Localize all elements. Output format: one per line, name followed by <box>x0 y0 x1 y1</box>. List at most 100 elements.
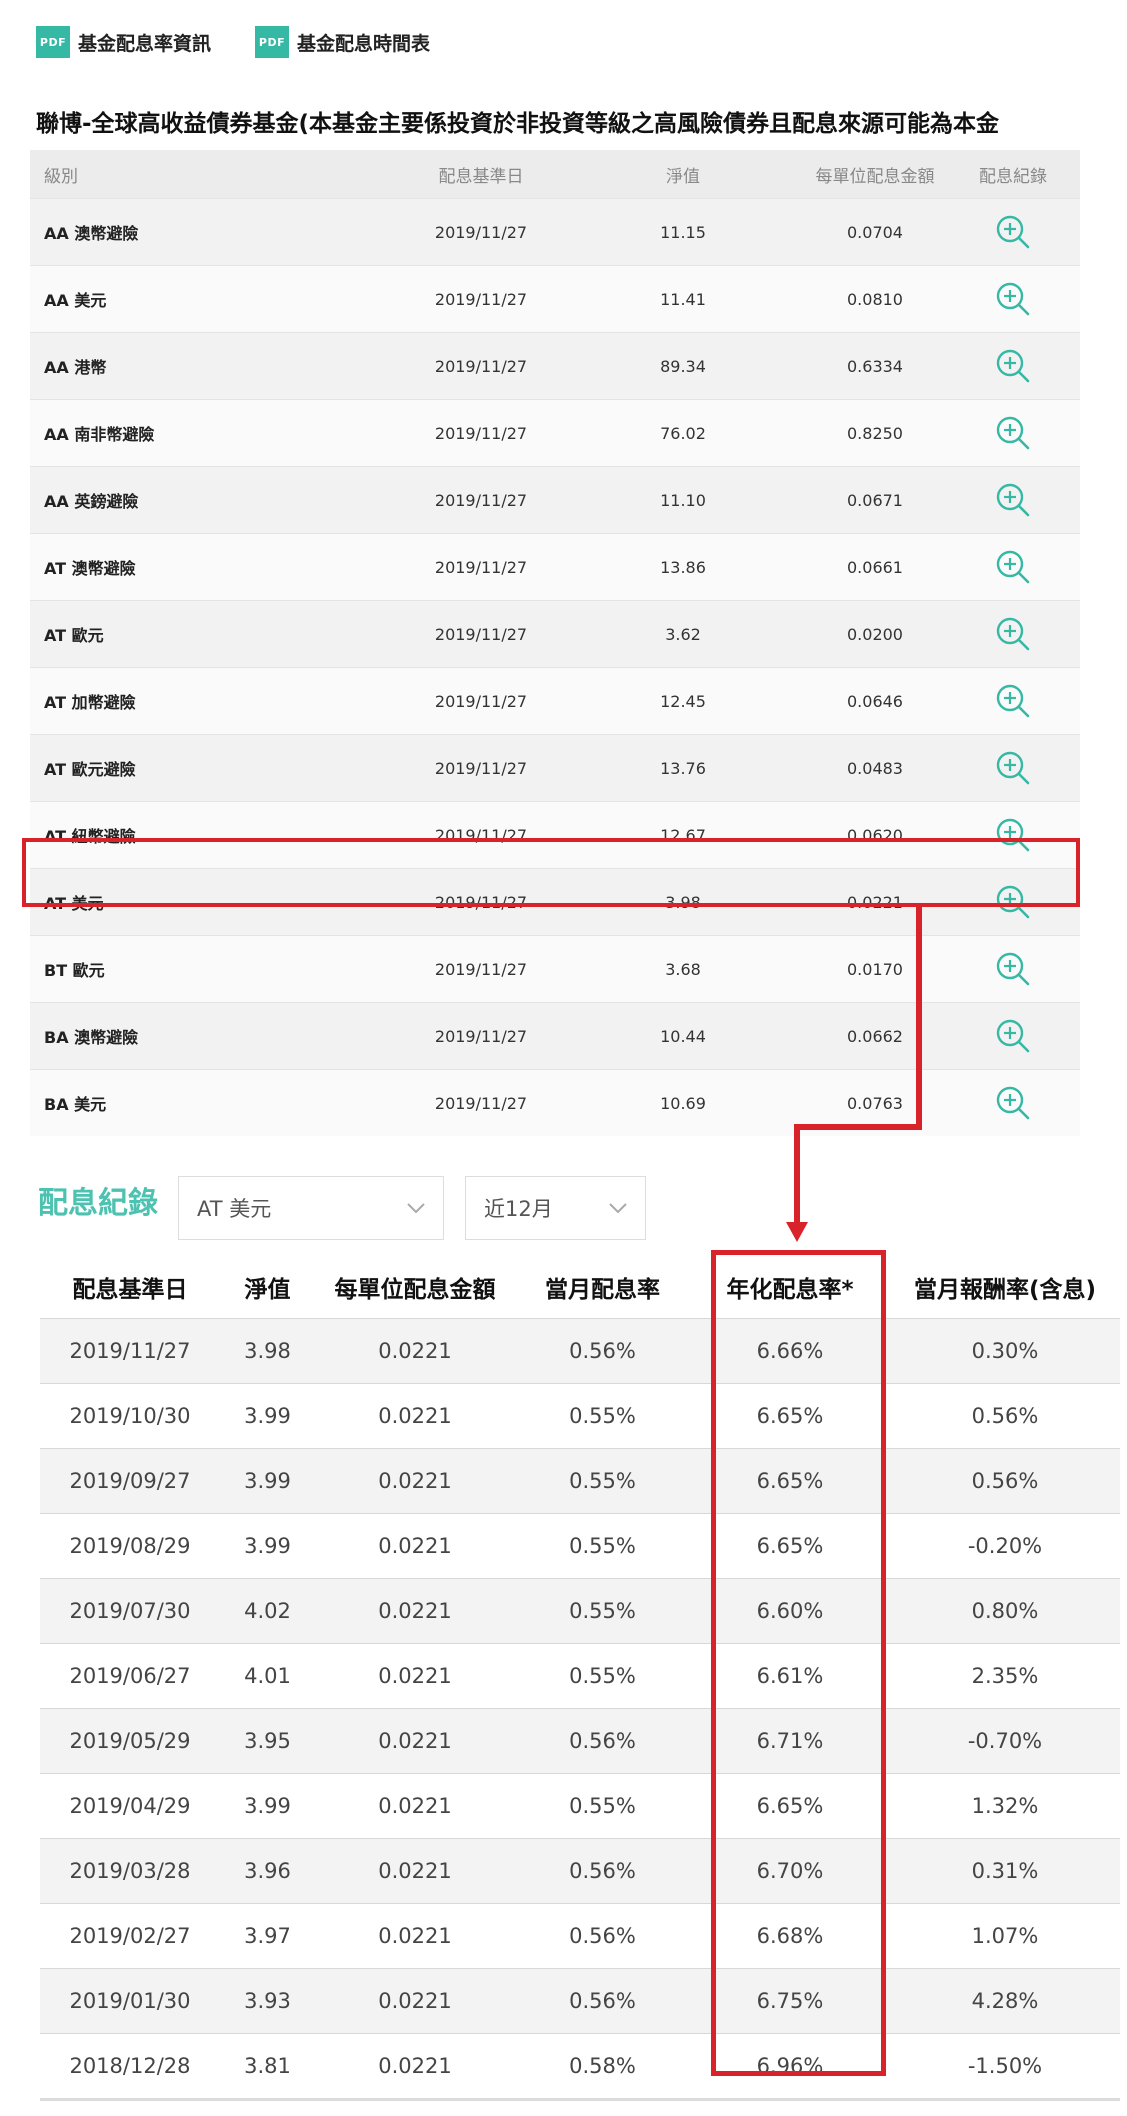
zoom-in-icon[interactable] <box>993 547 1033 587</box>
cell-date: 2018/12/28 <box>40 2033 220 2101</box>
pdf-link-label: 基金配息率資訊 <box>78 32 212 55</box>
cell-date: 2019/10/30 <box>40 1383 220 1449</box>
cell-monthly-rate: 0.55% <box>515 1578 690 1644</box>
zoom-in-icon[interactable] <box>993 681 1033 721</box>
zoom-in-icon[interactable] <box>993 1016 1033 1056</box>
cell-monthly-return: 0.30% <box>890 1318 1120 1384</box>
cell-amount: 0.0221 <box>315 2033 515 2101</box>
cell-monthly-rate: 0.56% <box>515 1968 690 2034</box>
cell-record <box>946 935 1080 1003</box>
cell-date: 2019/11/27 <box>400 399 562 467</box>
period-select[interactable]: 近12月 <box>465 1176 646 1240</box>
zoom-in-icon[interactable] <box>993 413 1033 453</box>
table-header-row: 配息基準日 淨值 每單位配息金額 當月配息率 年化配息率* 當月報酬率(含息) <box>40 1256 1120 1319</box>
cell-monthly-rate: 0.56% <box>515 1318 690 1384</box>
cell-amount: 0.0221 <box>315 1773 515 1839</box>
table-row: 2019/06/27 4.01 0.0221 0.55% 6.61% 2.35% <box>40 1643 1120 1709</box>
connector-line <box>794 1124 922 1130</box>
cell-nav: 3.81 <box>220 2033 315 2101</box>
cell-amount: 0.6334 <box>804 332 946 400</box>
table-row: 2019/08/29 3.99 0.0221 0.55% 6.65% -0.20% <box>40 1513 1120 1579</box>
cell-date: 2019/08/29 <box>40 1513 220 1579</box>
cell-amount: 0.0170 <box>804 935 946 1003</box>
pdf-link-label: 基金配息時間表 <box>297 32 431 55</box>
cell-date: 2019/03/28 <box>40 1838 220 1904</box>
cell-record <box>946 533 1080 601</box>
cell-monthly-return: 0.56% <box>890 1448 1120 1514</box>
pdf-link-dividend-schedule[interactable]: PDF 基金配息時間表 <box>255 26 430 58</box>
cell-amount: 0.0483 <box>804 734 946 802</box>
cell-class: AA 南非幣避險 <box>30 399 400 467</box>
cell-nav: 3.99 <box>220 1513 315 1579</box>
col-header-date: 配息基準日 <box>400 150 562 199</box>
cell-record <box>946 466 1080 534</box>
zoom-in-icon[interactable] <box>993 212 1033 252</box>
cell-date: 2019/11/27 <box>400 667 562 735</box>
table-row: AT 歐元避險 2019/11/27 13.76 0.0483 <box>30 734 1080 802</box>
table-row: AT 加幣避險 2019/11/27 12.45 0.0646 <box>30 667 1080 735</box>
zoom-in-icon[interactable] <box>993 480 1033 520</box>
zoom-in-icon[interactable] <box>993 949 1033 989</box>
zoom-in-icon[interactable] <box>993 346 1033 386</box>
cell-monthly-rate: 0.56% <box>515 1838 690 1904</box>
pdf-link-dividend-rate[interactable]: PDF 基金配息率資訊 <box>36 26 211 58</box>
table-row: 2019/01/30 3.93 0.0221 0.56% 6.75% 4.28% <box>40 1968 1120 2034</box>
class-select[interactable]: AT 美元 <box>178 1176 444 1240</box>
cell-date: 2019/11/27 <box>400 734 562 802</box>
col-header-nav: 淨值 <box>562 150 804 199</box>
col-header-amount: 每單位配息金額 <box>334 1277 496 1303</box>
cell-nav: 89.34 <box>562 332 804 400</box>
cell-record <box>946 399 1080 467</box>
cell-amount: 0.0221 <box>315 1838 515 1904</box>
dividend-record-table: 配息基準日 淨值 每單位配息金額 當月配息率 年化配息率* 當月報酬率(含息) … <box>40 1256 1120 2101</box>
cell-date: 2019/11/27 <box>400 1002 562 1070</box>
cell-monthly-rate: 0.55% <box>515 1513 690 1579</box>
table-row: BA 澳幣避險 2019/11/27 10.44 0.0662 <box>30 1002 1080 1070</box>
cell-nav: 3.95 <box>220 1708 315 1774</box>
cell-monthly-return: 0.31% <box>890 1838 1120 1904</box>
cell-date: 2019/11/27 <box>400 466 562 534</box>
cell-amount: 0.0704 <box>804 198 946 266</box>
cell-date: 2019/05/29 <box>40 1708 220 1774</box>
cell-nav: 3.68 <box>562 935 804 1003</box>
col-header-date: 配息基準日 <box>72 1277 188 1303</box>
cell-nav: 10.44 <box>562 1002 804 1070</box>
table-row: AA 美元 2019/11/27 11.41 0.0810 <box>30 265 1080 333</box>
zoom-in-icon[interactable] <box>993 748 1033 788</box>
table-row: 2019/09/27 3.99 0.0221 0.55% 6.65% 0.56% <box>40 1448 1120 1514</box>
zoom-in-icon[interactable] <box>993 279 1033 319</box>
cell-class: BA 美元 <box>30 1069 400 1136</box>
col-header-nav: 淨值 <box>244 1277 291 1303</box>
cell-class: BT 歐元 <box>30 935 400 1003</box>
highlight-box-selected-class <box>22 838 1080 907</box>
cell-date: 2019/11/27 <box>400 332 562 400</box>
fund-title: 聯博-全球高收益債券基金(本基金主要係投資於非投資等級之高風險債券且配息來源可能… <box>36 111 1000 137</box>
cell-nav: 13.86 <box>562 533 804 601</box>
cell-record <box>946 600 1080 668</box>
col-header-amount: 每單位配息金額 <box>804 150 946 199</box>
table-row: AT 澳幣避險 2019/11/27 13.86 0.0661 <box>30 533 1080 601</box>
zoom-in-icon[interactable] <box>993 1083 1033 1123</box>
cell-date: 2019/02/27 <box>40 1903 220 1969</box>
cell-amount: 0.0221 <box>315 1448 515 1514</box>
pdf-icon: PDF <box>255 26 290 58</box>
cell-nav: 3.99 <box>220 1383 315 1449</box>
cell-record <box>946 332 1080 400</box>
cell-class: AA 美元 <box>30 265 400 333</box>
cell-monthly-rate: 0.56% <box>515 1903 690 1969</box>
cell-date: 2019/11/27 <box>400 265 562 333</box>
chevron-down-icon <box>609 1203 627 1214</box>
cell-nav: 10.69 <box>562 1069 804 1136</box>
arrow-down-icon <box>786 1222 808 1242</box>
cell-record <box>946 265 1080 333</box>
cell-date: 2019/09/27 <box>40 1448 220 1514</box>
cell-monthly-rate: 0.55% <box>515 1448 690 1514</box>
table-row: 2019/10/30 3.99 0.0221 0.55% 6.65% 0.56% <box>40 1383 1120 1449</box>
cell-monthly-return: 0.80% <box>890 1578 1120 1644</box>
cell-record <box>946 1069 1080 1136</box>
table-row: AA 澳幣避險 2019/11/27 11.15 0.0704 <box>30 198 1080 266</box>
cell-amount: 0.0671 <box>804 466 946 534</box>
cell-amount: 0.0221 <box>315 1578 515 1644</box>
zoom-in-icon[interactable] <box>993 614 1033 654</box>
cell-record <box>946 1002 1080 1070</box>
